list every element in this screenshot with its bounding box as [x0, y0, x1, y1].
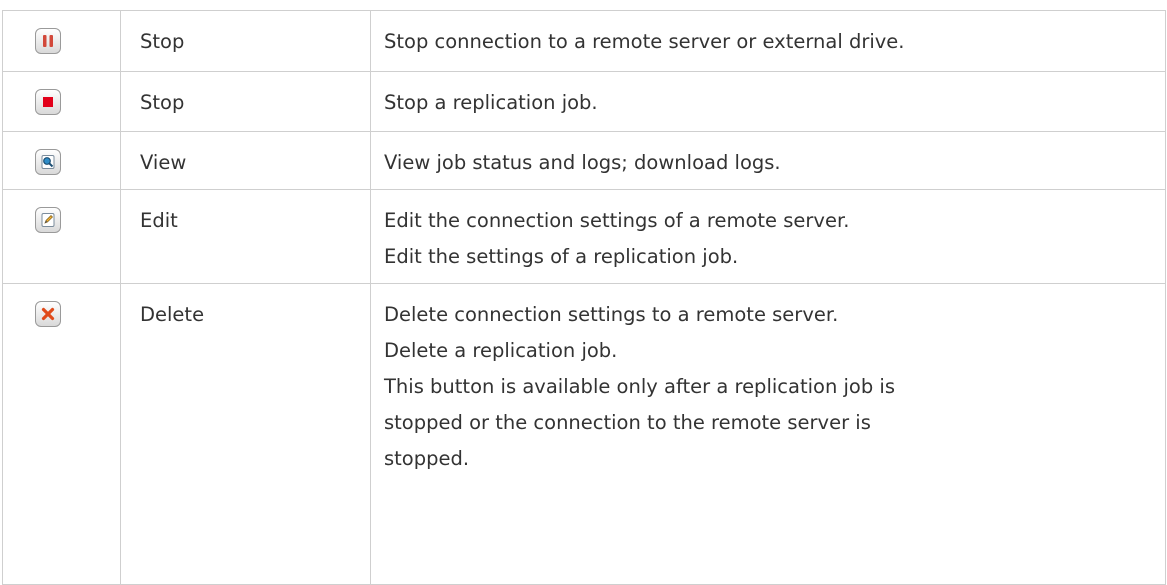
button-name: Edit [120, 189, 371, 284]
table-row-delete: Delete Delete connection settings to a r… [2, 283, 1166, 585]
description-line: stopped. [384, 447, 470, 470]
description-line: Delete connection settings to a remote s… [384, 303, 839, 326]
description-line: Edit the connection settings of a remote… [384, 209, 850, 232]
description-line: This button is available only after a re… [384, 375, 895, 398]
description-line: Edit the settings of a replication job. [384, 245, 739, 268]
pause-icon [35, 28, 61, 54]
button-name: Stop [120, 71, 371, 132]
stop-icon [35, 89, 61, 115]
description-line: View job status and logs; download logs. [384, 151, 781, 174]
description-line: Stop a replication job. [384, 91, 598, 114]
table-row-stop: Stop Stop a replication job. [2, 71, 1166, 132]
table-row-pause: Stop Stop connection to a remote server … [2, 10, 1166, 72]
description-line: Delete a replication job. [384, 339, 618, 362]
button-name: View [120, 131, 371, 190]
view-icon [35, 149, 61, 175]
button-name: Stop [120, 10, 371, 72]
edit-icon [35, 207, 61, 233]
description-line: Stop connection to a remote server or ex… [384, 30, 905, 53]
delete-icon [35, 301, 61, 327]
button-name: Delete [120, 283, 371, 585]
buttons-table: Stop Stop connection to a remote server … [2, 10, 1166, 585]
description-line: stopped or the connection to the remote … [384, 411, 871, 434]
table-row-edit: Edit Edit the connection settings of a r… [2, 189, 1166, 284]
table-row-view: View View job status and logs; download … [2, 131, 1166, 190]
